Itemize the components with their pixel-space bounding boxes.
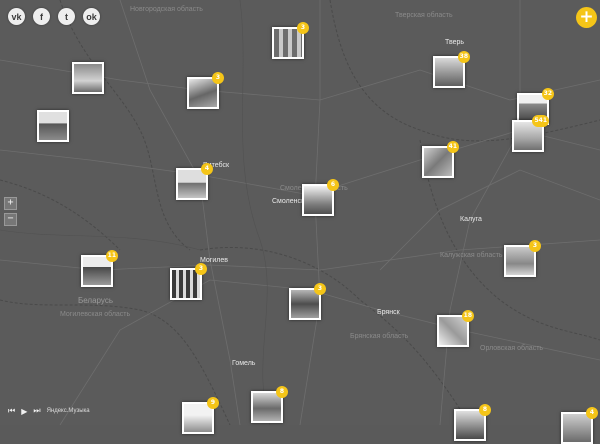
photo-count-badge: 3 xyxy=(195,263,207,275)
photo-count-badge: 32 xyxy=(541,88,554,100)
photo-thumbnail xyxy=(74,64,102,92)
photo-count-badge: 18 xyxy=(461,310,474,322)
photo-marker[interactable] xyxy=(37,110,69,142)
music-player: ⏮ ▶ ⏭ Яндекс.Музыка xyxy=(8,406,90,416)
photo-marker[interactable]: 18 xyxy=(437,310,474,347)
photo-marker[interactable]: 4 xyxy=(176,163,213,200)
photo-marker[interactable]: 9 xyxy=(182,397,219,434)
photo-thumbnail xyxy=(274,29,302,57)
photo-count-badge: 6 xyxy=(327,179,339,191)
photo-marker[interactable]: 8 xyxy=(251,386,288,423)
photo-thumbnail xyxy=(184,404,212,432)
photo-marker[interactable]: 41 xyxy=(422,141,459,178)
photo-thumbnail xyxy=(253,393,281,421)
photo-marker[interactable]: 3 xyxy=(170,263,207,300)
social-share-bar: vk f t ok xyxy=(8,8,100,25)
photo-count-badge: 41 xyxy=(446,141,459,153)
photo-count-badge: 9 xyxy=(207,397,219,409)
photo-thumbnail xyxy=(291,290,319,318)
photo-count-badge: 3 xyxy=(297,22,309,34)
photo-count-badge: 8 xyxy=(276,386,288,398)
photo-thumbnail xyxy=(435,58,463,86)
photo-marker[interactable]: 3 xyxy=(187,72,224,109)
vk-icon[interactable]: vk xyxy=(8,8,25,25)
facebook-icon[interactable]: f xyxy=(33,8,50,25)
photo-thumbnail xyxy=(39,112,67,140)
photo-marker[interactable] xyxy=(72,62,104,94)
photo-thumbnail xyxy=(424,148,452,176)
photo-thumbnail xyxy=(189,79,217,107)
photo-thumbnail xyxy=(563,414,591,442)
odnoklassniki-icon[interactable]: ok xyxy=(83,8,100,25)
photo-count-badge: 11 xyxy=(105,250,118,262)
photo-count-badge: 3 xyxy=(212,72,224,84)
photo-count-badge: 3 xyxy=(529,240,541,252)
photo-thumbnail xyxy=(172,270,200,298)
photo-marker[interactable]: 4 xyxy=(561,407,598,444)
photo-marker[interactable]: 6 xyxy=(302,179,339,216)
photo-thumbnail xyxy=(304,186,332,214)
photo-marker[interactable]: 541 xyxy=(512,115,549,152)
photo-count-badge: 541 xyxy=(532,115,549,127)
photo-thumbnail xyxy=(83,257,111,285)
zoom-out-button[interactable]: − xyxy=(4,213,17,226)
photo-thumbnail xyxy=(456,411,484,439)
previous-track-icon[interactable]: ⏮ xyxy=(8,406,15,416)
photo-marker[interactable]: 8 xyxy=(454,404,491,441)
zoom-in-button[interactable]: + xyxy=(4,197,17,210)
photo-count-badge: 4 xyxy=(201,163,213,175)
play-icon[interactable]: ▶ xyxy=(21,407,27,416)
zoom-controls: + − xyxy=(4,197,17,226)
next-track-icon[interactable]: ⏭ xyxy=(33,406,40,416)
photo-count-badge: 3 xyxy=(314,283,326,295)
photo-marker[interactable]: 3 xyxy=(504,240,541,277)
music-service-label[interactable]: Яндекс.Музыка xyxy=(47,408,90,414)
add-photo-button[interactable]: + xyxy=(576,7,597,28)
photo-marker[interactable]: 38 xyxy=(433,51,470,88)
photo-count-badge: 38 xyxy=(457,51,470,63)
photo-marker[interactable]: 3 xyxy=(289,283,326,320)
photo-count-badge: 4 xyxy=(586,407,598,419)
photo-thumbnail xyxy=(506,247,534,275)
photo-thumbnail xyxy=(178,170,206,198)
photo-count-badge: 8 xyxy=(479,404,491,416)
photo-marker[interactable]: 3 xyxy=(272,22,309,59)
twitter-icon[interactable]: t xyxy=(58,8,75,25)
photo-marker[interactable]: 11 xyxy=(81,250,118,287)
photo-thumbnail xyxy=(439,317,467,345)
